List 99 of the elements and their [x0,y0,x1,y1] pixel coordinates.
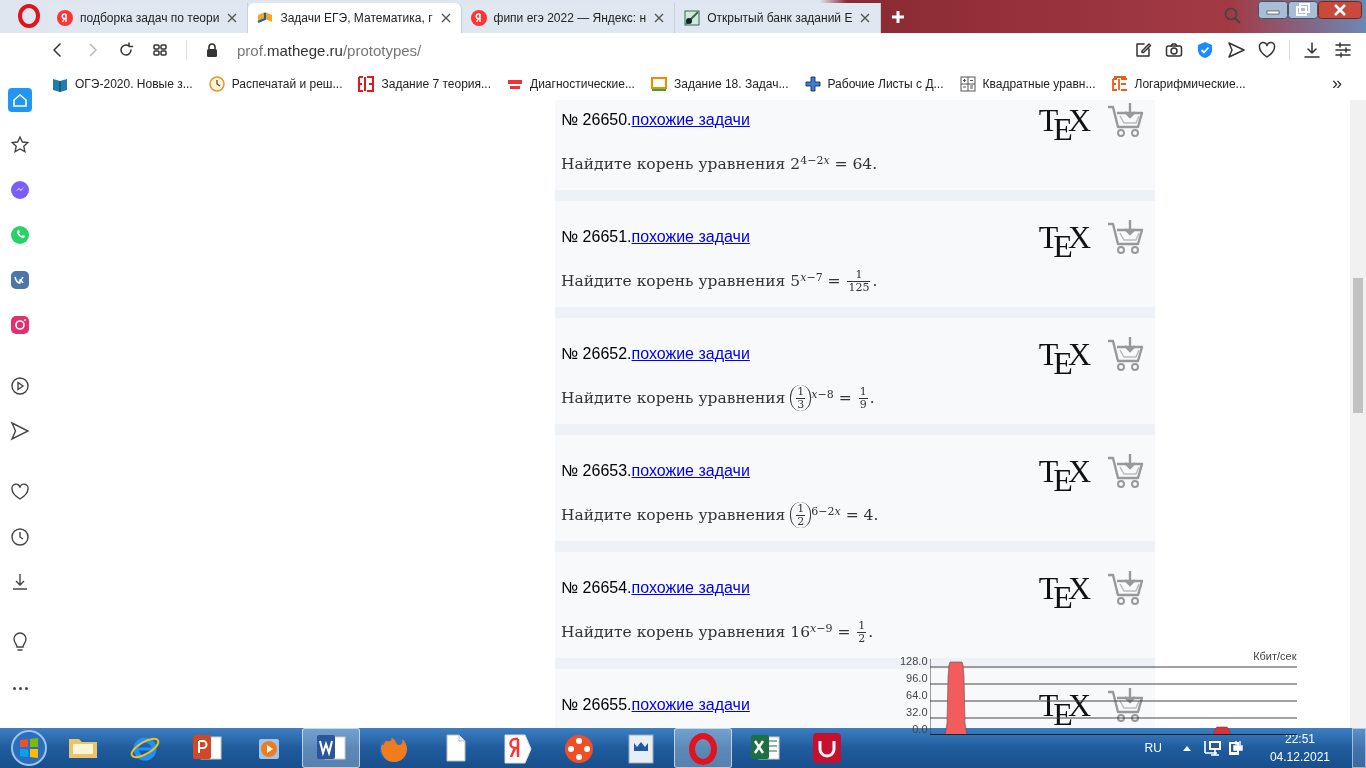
problem-number: № 26653. [561,462,632,480]
whatsapp-icon [9,224,31,246]
similar-problems-link[interactable]: похожие задачи [631,228,750,246]
play-icon [9,375,31,397]
tab-title: фипи егэ 2022 — Яндекс: н [493,11,647,25]
play-button[interactable] [8,374,32,398]
clock-icon [208,75,225,92]
settings-icon[interactable] [1334,41,1352,59]
send-icon [9,420,31,442]
more-bookmarks-button[interactable]: » [1332,73,1342,94]
network-icon[interactable] [1203,739,1222,757]
cart-icon[interactable] [1107,219,1145,255]
similar-problems-link[interactable]: похожие задачи [631,462,750,480]
cart-icon[interactable] [1107,102,1145,138]
tex-logo[interactable]: TEX [1038,218,1089,256]
similar-problems-link[interactable]: похожие задачи [631,111,750,129]
similar-problems-link[interactable]: похожие задачи [631,696,750,714]
shield-icon[interactable] [1196,41,1214,59]
taskbar-button[interactable] [674,728,732,768]
tab-title: Открытый банк заданий Е [707,11,853,25]
tex-logo[interactable]: TEX [1038,452,1089,490]
minimize-icon[interactable] [1258,1,1288,19]
bookmark[interactable]: Задание 7 теория... [358,75,491,92]
similar-problems-link[interactable]: похожие задачи [631,345,750,363]
messenger-button[interactable] [8,178,32,202]
vk-button[interactable] [8,268,32,292]
instagram-button[interactable] [8,313,32,337]
cart-icon[interactable] [1107,453,1145,489]
problem-number: № 26652. [561,345,632,363]
reload-icon[interactable] [118,42,134,58]
bookmark[interactable]: Задание 18. Задач... [650,75,789,92]
close-icon[interactable] [859,12,872,24]
instagram-icon [9,314,31,336]
language-indicator[interactable]: RU [1144,741,1162,755]
taskbar-button[interactable] [302,728,360,768]
ege-logo-icon [1111,75,1128,92]
problem-number: № 26654. [561,579,632,597]
tab-title: подборка задач по теори [80,11,220,25]
address-field[interactable]: prof.mathege.ru/prototypes/ [237,41,1116,59]
calculator-icon [959,75,976,92]
similar-problems-link[interactable]: похожие задачи [631,579,750,597]
download-icon[interactable] [1303,41,1321,59]
bookmark[interactable]: Логарифмические... [1111,75,1246,92]
close-icon[interactable] [439,12,452,24]
clock-icon [9,526,31,548]
problem-number: № 26650. [561,111,632,129]
problem-number: № 26655. [561,696,632,714]
plus-icon [804,75,821,92]
tex-logo[interactable]: TEX [1038,686,1089,724]
clock-button[interactable] [8,525,32,549]
more-icon [12,686,28,690]
show-desktop-button[interactable] [1352,728,1366,768]
close-icon[interactable] [653,12,666,24]
tex-logo[interactable]: TEX [1038,335,1089,373]
chart-icon [684,10,701,26]
axis-tick-label: 32.0 [906,706,928,720]
axis-tick-label: 64.0 [906,689,928,703]
problem-statement: Найдите корень уравнения 2$^{4−2}$$^{x}$ = 64. [561,152,879,175]
book-icon [257,10,274,26]
home-button[interactable] [8,88,32,112]
problem-number: № 26651. [561,228,632,246]
close-icon[interactable] [1318,1,1362,19]
heart-icon[interactable] [1258,41,1276,59]
close-icon[interactable] [226,12,239,24]
cart-icon[interactable] [1107,336,1145,372]
tex-logo[interactable]: TEX [1038,569,1089,607]
ege-logo-icon [358,75,375,92]
bookmark[interactable]: Рабочие Листы с Д... [804,75,944,92]
camera-icon[interactable] [1165,41,1183,59]
lock-icon [205,42,219,58]
bookmark[interactable]: Квадратные уравн... [959,75,1096,92]
bookmark[interactable]: Диагностические... [507,75,635,92]
axis-tick-label: 96.0 [906,672,928,686]
plus-icon[interactable] [891,10,906,24]
show-hidden-icons-icon[interactable] [1181,744,1192,752]
bookmark[interactable]: ОГЭ-2020. Новые з... [52,75,193,92]
cart-icon[interactable] [1107,687,1145,723]
scrollbar[interactable] [1350,100,1366,728]
cart-icon[interactable] [1107,570,1145,606]
send-icon[interactable] [1227,41,1245,59]
maximize-icon[interactable] [1288,1,1318,19]
axis-tick-label: 128.0 [900,655,928,669]
star-icon [9,134,31,156]
scrollbar-thumb[interactable] [1353,278,1363,413]
start-button-icon[interactable] [8,728,50,768]
browser-tab[interactable]: Задачи ЕГЭ, Математика, г [248,3,462,33]
vk-icon [9,269,31,291]
yandex-icon [57,10,73,26]
send-button[interactable] [8,419,32,443]
bookmark[interactable]: Распечатай и реш... [208,75,343,92]
messenger-icon [9,179,31,201]
tab-title: Задачи ЕГЭ, Математика, г [280,11,433,25]
edit-icon[interactable] [1134,41,1152,59]
tabs-grid-icon[interactable] [152,42,168,58]
yandex-icon [470,10,487,26]
unit-label: Кбит/сек [1253,650,1297,662]
opera-logo-icon[interactable] [18,4,40,28]
tex-logo[interactable]: TEX [1038,101,1089,139]
ege-logo-icon [650,75,667,92]
